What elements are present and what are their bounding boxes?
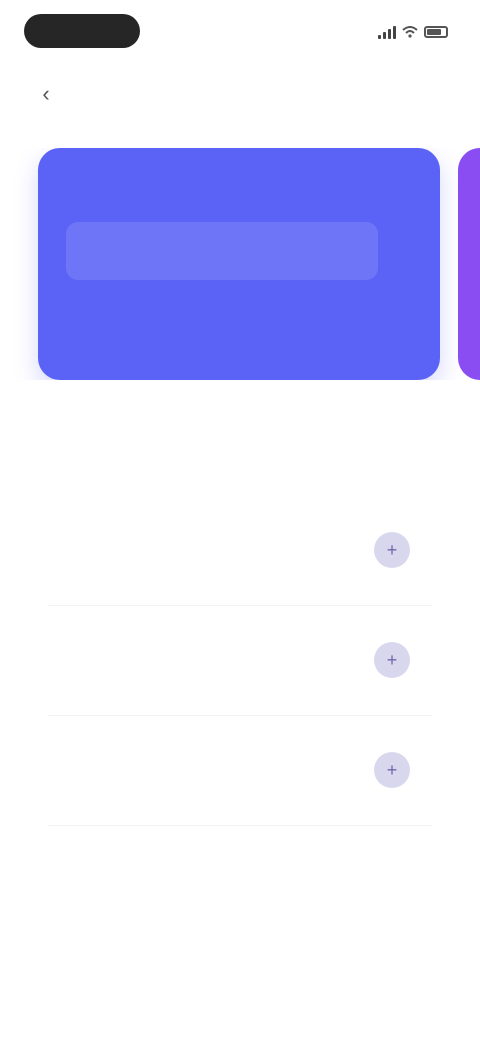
hero-card-field[interactable] (66, 222, 378, 280)
add-button[interactable]: + (374, 642, 410, 678)
add-button[interactable]: + (374, 752, 410, 788)
list-item[interactable]: + (48, 716, 432, 826)
section-header (80, 414, 400, 420)
plus-icon: + (386, 760, 398, 780)
chevron-left-icon: ‹ (42, 81, 50, 106)
signal-icon (378, 25, 396, 39)
battery-icon (424, 26, 448, 38)
plus-icon: + (386, 540, 398, 560)
back-button[interactable]: ‹ (30, 78, 62, 110)
status-indicators (378, 22, 448, 42)
nav-bar: ‹ (0, 70, 480, 126)
card-carousel[interactable] (0, 148, 480, 380)
hero-card[interactable] (38, 148, 440, 380)
status-time-pill (24, 14, 140, 48)
item-list: + + + (48, 496, 432, 826)
add-button[interactable]: + (374, 532, 410, 568)
wifi-icon (402, 26, 418, 38)
list-item[interactable]: + (48, 606, 432, 716)
status-bar (0, 0, 480, 64)
next-card-peek[interactable] (458, 148, 480, 380)
plus-icon: + (386, 650, 398, 670)
list-item[interactable]: + (48, 496, 432, 606)
